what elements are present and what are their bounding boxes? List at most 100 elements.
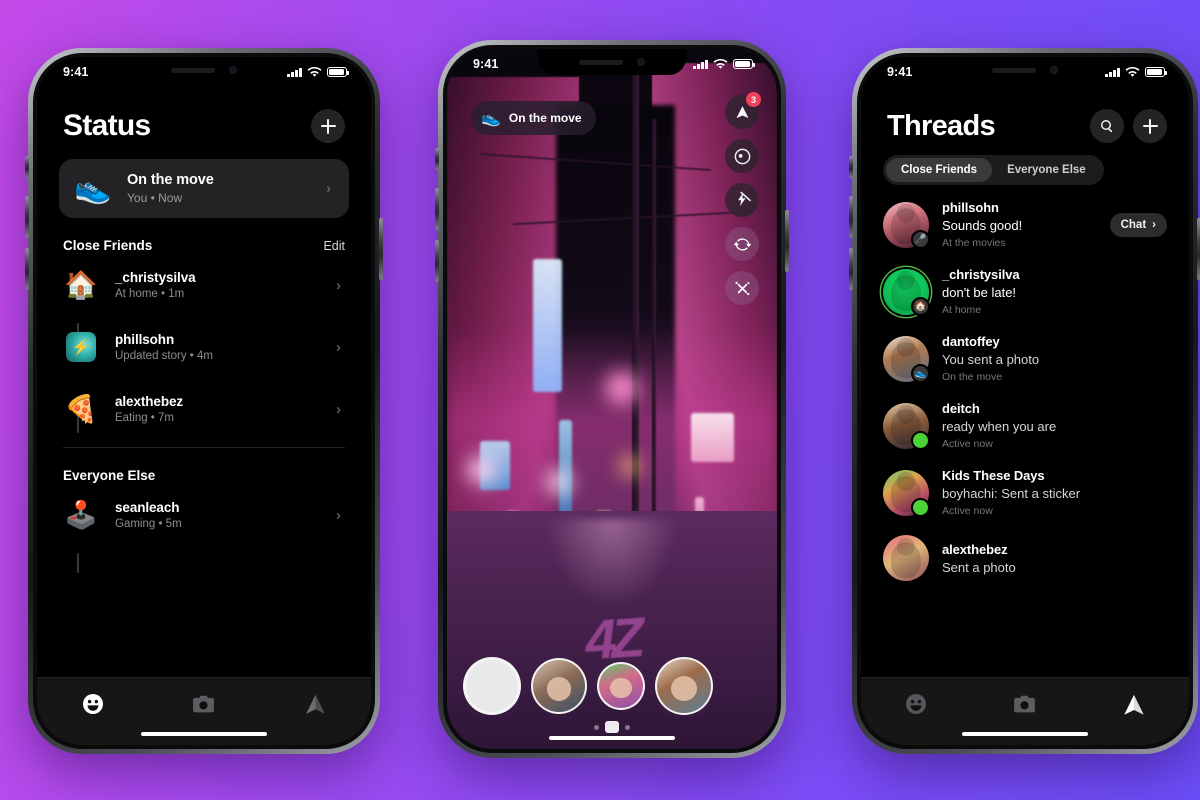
camera-icon — [193, 695, 215, 713]
list-item[interactable]: phillsohn Updated story • 4m › — [59, 323, 349, 371]
table-row[interactable]: 🏠 _christysilva don't be late! At home — [879, 258, 1171, 325]
volume-up-button[interactable] — [25, 196, 29, 238]
list-item-text: alexthebez Eating • 7m — [115, 394, 320, 424]
shutter-button[interactable] — [463, 657, 521, 715]
thread-name: Kids These Days — [942, 468, 1045, 483]
phone-device-status: 9:41 Status 👟 On the move You • Now › Cl… — [25, 48, 383, 754]
threads-segmented-control[interactable]: Close Friends Everyone Else — [883, 155, 1104, 185]
volume-up-button[interactable] — [849, 196, 853, 238]
status-badge: 👟 — [911, 363, 930, 383]
carousel-dot-active — [605, 721, 619, 733]
front-camera-icon — [229, 66, 237, 74]
list-item[interactable]: 🕹️ seanleach Gaming • 5m › — [59, 491, 349, 539]
volume-down-button[interactable] — [25, 248, 29, 290]
thread-text: dantoffey You sent a photo On the move — [942, 334, 1167, 383]
power-button[interactable] — [379, 218, 383, 280]
flash-off-button[interactable] — [725, 183, 759, 217]
camera-icon — [1014, 695, 1036, 713]
threads-content: Threads Close Friends Everyone Else 🎤 ph… — [861, 57, 1189, 745]
thread-message: ready when you are — [942, 419, 1057, 434]
table-row[interactable]: Kids These Days boyhachi: Sent a sticker… — [879, 459, 1171, 526]
front-camera-icon — [637, 58, 645, 66]
table-row[interactable]: deitch ready when you are Active now — [879, 392, 1171, 459]
volume-down-button[interactable] — [435, 240, 439, 282]
effects-icon — [734, 148, 750, 164]
thread-name: deitch — [942, 401, 980, 416]
segment-close-friends[interactable]: Close Friends — [886, 158, 993, 182]
table-row[interactable]: 🎤 phillsohn Sounds good! At the movies C… — [879, 191, 1171, 258]
chevron-right-icon: › — [326, 180, 331, 197]
scene-neon-sign — [532, 259, 563, 392]
avatar — [883, 402, 930, 450]
chevron-right-icon: › — [336, 506, 341, 524]
friend-avatar-dantoffey[interactable] — [655, 657, 713, 715]
volume-up-button[interactable] — [435, 188, 439, 230]
thread-status: Active now — [942, 438, 993, 450]
status-badge: 🏠 — [911, 296, 930, 316]
list-item-text: phillsohn Updated story • 4m — [115, 332, 320, 362]
online-status-badge — [911, 497, 930, 517]
power-button[interactable] — [785, 210, 789, 272]
status-screen: 9:41 Status 👟 On the move You • Now › Cl… — [37, 57, 371, 745]
joystick-emoji-icon: 🕹️ — [64, 499, 98, 530]
volume-down-button[interactable] — [849, 248, 853, 290]
search-button[interactable] — [1090, 109, 1124, 143]
add-status-button[interactable] — [311, 109, 345, 143]
thread-name: dantoffey — [942, 334, 1000, 349]
home-indicator — [141, 731, 267, 736]
friend-status-meta: Updated story • 4m — [115, 350, 213, 362]
chevron-right-icon: › — [1152, 218, 1156, 231]
list-item[interactable]: 🏠 _christysilva At home • 1m › — [59, 261, 349, 309]
edit-close-friends-button[interactable]: Edit — [323, 239, 345, 253]
home-indicator — [962, 731, 1088, 736]
thread-name: phillsohn — [942, 200, 999, 215]
my-status-card[interactable]: 👟 On the move You • Now › — [59, 159, 349, 218]
status-bar-indicators — [1105, 66, 1168, 78]
tab-status[interactable] — [67, 692, 119, 716]
friend-status-meta: Gaming • 5m — [115, 518, 182, 530]
silent-switch[interactable] — [849, 156, 853, 178]
thread-text: Kids These Days boyhachi: Sent a sticker… — [942, 468, 1167, 517]
online-status-badge — [911, 430, 930, 450]
tab-threads[interactable] — [289, 692, 341, 717]
smiley-icon — [82, 694, 103, 714]
camera-mode-carousel[interactable] — [594, 721, 630, 733]
tab-threads[interactable] — [1108, 692, 1160, 718]
camera-bottom-bar — [447, 657, 777, 715]
current-status-pill[interactable]: 👟 On the move — [471, 101, 596, 135]
flip-camera-button[interactable] — [725, 227, 759, 261]
chat-button[interactable]: Chat › — [1109, 212, 1167, 237]
effects-button[interactable] — [725, 139, 759, 173]
new-thread-button[interactable] — [1133, 109, 1167, 143]
thread-message: don't be late! — [942, 285, 1017, 300]
scene-utility-pole — [651, 119, 656, 567]
silent-switch[interactable] — [25, 156, 29, 178]
filters-button[interactable] — [725, 271, 759, 305]
table-row[interactable]: alexthebez Sent a photo — [879, 526, 1171, 590]
my-status-text: On the move You • Now — [127, 172, 312, 205]
section-title: Close Friends — [63, 238, 153, 253]
thread-text: alexthebez Sent a photo — [942, 542, 1167, 575]
earpiece-speaker — [992, 67, 1036, 73]
tab-camera[interactable] — [999, 692, 1051, 717]
avatar — [883, 535, 929, 581]
send-button[interactable]: 3 — [725, 92, 761, 129]
silent-switch[interactable] — [435, 148, 439, 170]
home-indicator — [549, 735, 675, 740]
list-item-text: _christysilva At home • 1m — [115, 270, 320, 300]
friend-status-meta: At home • 1m — [115, 288, 185, 300]
list-item-text: seanleach Gaming • 5m — [115, 500, 320, 530]
friend-avatar-phillsohn[interactable] — [531, 658, 587, 714]
smiley-icon — [905, 694, 926, 714]
camera-controls: 3 — [725, 92, 761, 305]
tab-status[interactable] — [890, 692, 942, 716]
cellular-signal-icon — [693, 59, 708, 69]
friend-avatar-kids-these-days[interactable] — [597, 662, 645, 710]
story-thumbnail — [66, 332, 96, 362]
chat-button-label: Chat — [1120, 218, 1147, 231]
list-item[interactable]: 🍕 alexthebez Eating • 7m › — [59, 385, 349, 433]
carousel-dot — [625, 724, 630, 730]
tab-camera[interactable] — [178, 692, 230, 717]
table-row[interactable]: 👟 dantoffey You sent a photo On the move — [879, 325, 1171, 392]
segment-everyone-else[interactable]: Everyone Else — [992, 158, 1101, 182]
